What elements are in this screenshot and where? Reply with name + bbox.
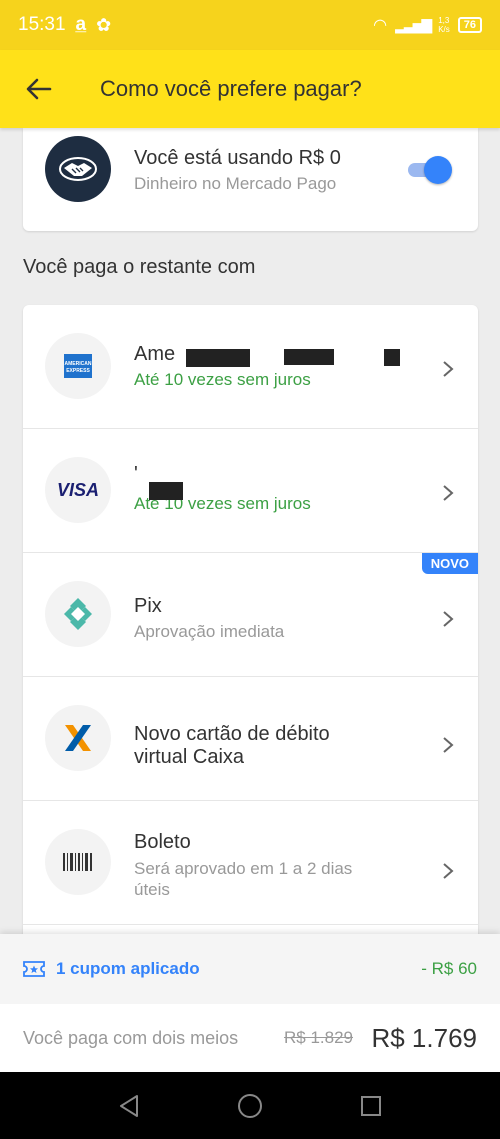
barcode-icon: [45, 829, 111, 895]
status-bar: 15:31 a̲ ✿ ◠ ▂▃▅▇ 1,3 K/s 76: [0, 0, 500, 50]
chevron-right-icon: [443, 361, 454, 377]
app-notification-icon: ✿: [96, 14, 112, 35]
mercado-pago-logo: [45, 136, 111, 202]
payment-methods-list: AMERICAN EXPRESS Ame Até 10 vezes sem ju…: [23, 305, 478, 945]
payment-method-caixa[interactable]: Novo cartão de débito virtual Caixa: [23, 677, 478, 801]
ticket-icon: [23, 961, 45, 977]
pix-icon: [45, 581, 111, 647]
back-triangle-icon[interactable]: [118, 1094, 140, 1118]
signal-icon: ▂▃▅▇: [395, 16, 432, 33]
balance-title: Você está usando R$ 0: [134, 147, 341, 169]
chevron-right-icon: [443, 485, 454, 501]
wifi-icon: ◠: [373, 17, 388, 34]
amex-card-icon: AMERICAN EXPRESS: [45, 333, 111, 399]
new-badge: NOVO: [421, 553, 478, 574]
arrow-left-icon: [26, 78, 52, 100]
coupon-row[interactable]: 1 cupom aplicado - R$ 60: [0, 934, 500, 1004]
network-speed: 1,3 K/s: [438, 16, 450, 34]
handshake-icon: [59, 157, 97, 181]
svg-text:EXPRESS: EXPRESS: [66, 368, 90, 374]
method-subtitle-line1: Será aprovado em 1 a 2 dias: [134, 859, 353, 878]
back-button[interactable]: [0, 50, 78, 128]
notification-icon: a̲: [75, 14, 87, 35]
caixa-icon: [45, 705, 111, 771]
coupon-discount: - R$ 60: [421, 959, 477, 978]
app-bar: Como você prefere pagar?: [0, 50, 500, 128]
chevron-right-icon: [443, 863, 454, 879]
payment-method-pix[interactable]: Pix Aprovação imediata: [23, 553, 478, 677]
battery-indicator: 76: [457, 17, 482, 33]
home-circle-icon[interactable]: [237, 1093, 263, 1119]
method-title: Boleto: [134, 831, 191, 853]
balance-subtitle: Dinheiro no Mercado Pago: [134, 174, 337, 193]
payment-method-boleto[interactable]: Boleto Será aprovado em 1 a 2 dias úteis: [23, 801, 478, 925]
total-label: Você paga com dois meios: [23, 1027, 239, 1048]
method-subtitle: Até 10 vezes sem juros: [134, 370, 311, 389]
visa-card-icon: VISA: [45, 457, 111, 523]
method-subtitle: Aprovação imediata: [134, 622, 285, 641]
method-subtitle-line2: úteis: [134, 880, 170, 899]
account-balance-card: Você está usando R$ 0 Dinheiro no Mercad…: [23, 128, 478, 231]
svg-text:AMERICAN: AMERICAN: [65, 361, 92, 367]
coupon-label: 1 cupom aplicado: [56, 959, 200, 978]
method-title: ': [134, 463, 138, 485]
chevron-right-icon: [443, 611, 454, 627]
system-navigation-bar: [0, 1072, 500, 1139]
original-price: R$ 1.829: [284, 1028, 353, 1047]
total-price: R$ 1.769: [371, 1022, 477, 1053]
section-heading: Você paga o restante com: [23, 256, 256, 278]
page-title: Como você prefere pagar?: [100, 76, 362, 101]
payment-method-visa[interactable]: VISA ' Até 10 vezes sem juros: [23, 429, 478, 553]
use-balance-toggle[interactable]: [406, 156, 452, 184]
method-title: Ame: [134, 343, 176, 365]
method-title: Pix: [134, 595, 162, 617]
method-title-line1: Novo cartão de débito: [134, 723, 330, 745]
payment-summary: 1 cupom aplicado - R$ 60 Você paga com d…: [0, 934, 500, 1072]
recents-square-icon[interactable]: [360, 1095, 382, 1117]
method-title-line2: virtual Caixa: [134, 746, 245, 768]
status-time: 15:31: [18, 14, 66, 35]
total-row: Você paga com dois meios R$ 1.829 R$ 1.7…: [0, 1004, 500, 1072]
chevron-right-icon: [443, 737, 454, 753]
payment-method-amex[interactable]: AMERICAN EXPRESS Ame Até 10 vezes sem ju…: [23, 305, 478, 429]
